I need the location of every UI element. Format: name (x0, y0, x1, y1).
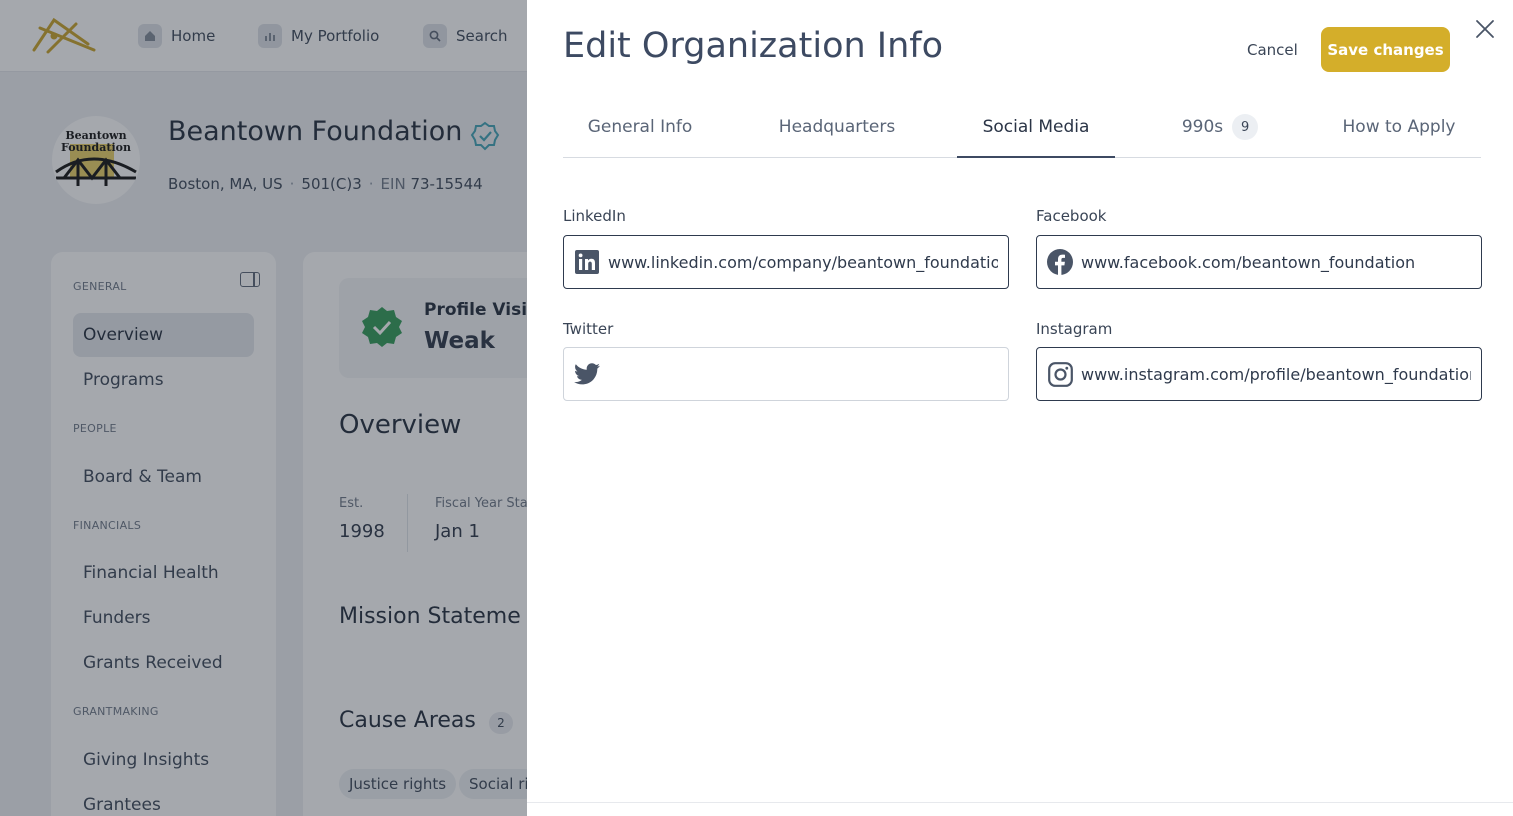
linkedin-icon (574, 249, 600, 275)
tab-990s-count: 9 (1232, 114, 1259, 140)
tab-social-media-label: Social Media (982, 117, 1090, 137)
cancel-button[interactable]: Cancel (1239, 34, 1306, 66)
tab-general-info-label: General Info (587, 117, 693, 137)
tab-general-info[interactable]: General Info (563, 98, 717, 156)
drawer-tabs: General Info Headquarters Social Media 9… (563, 98, 1481, 158)
tab-headquarters[interactable]: Headquarters (758, 98, 916, 156)
tab-990s-label: 990s (1181, 117, 1224, 137)
twitter-field[interactable] (563, 347, 1009, 401)
tab-how-to-apply-label: How to Apply (1342, 117, 1456, 137)
linkedin-label: LinkedIn (563, 207, 626, 225)
edit-organization-drawer: Edit Organization Info Cancel Save chang… (527, 0, 1513, 816)
close-icon[interactable] (1471, 15, 1499, 43)
tab-headquarters-label: Headquarters (778, 117, 896, 137)
instagram-field[interactable] (1036, 347, 1482, 401)
drawer-footer-divider (527, 802, 1513, 803)
twitter-input[interactable] (608, 364, 998, 384)
instagram-label: Instagram (1036, 320, 1113, 338)
tab-social-media[interactable]: Social Media (957, 98, 1115, 158)
linkedin-input[interactable] (608, 252, 998, 272)
drawer-title: Edit Organization Info (563, 26, 944, 66)
tab-how-to-apply[interactable]: How to Apply (1325, 98, 1473, 156)
instagram-input[interactable] (1081, 364, 1471, 384)
instagram-icon (1047, 361, 1073, 387)
linkedin-field[interactable] (563, 235, 1009, 289)
save-changes-button[interactable]: Save changes (1321, 27, 1450, 72)
twitter-label: Twitter (563, 320, 614, 338)
facebook-field[interactable] (1036, 235, 1482, 289)
facebook-label: Facebook (1036, 207, 1107, 225)
facebook-icon (1047, 249, 1073, 275)
facebook-input[interactable] (1081, 252, 1471, 272)
twitter-icon (574, 361, 600, 387)
modal-backdrop[interactable] (0, 0, 527, 816)
tab-990s[interactable]: 990s 9 (1160, 98, 1280, 156)
